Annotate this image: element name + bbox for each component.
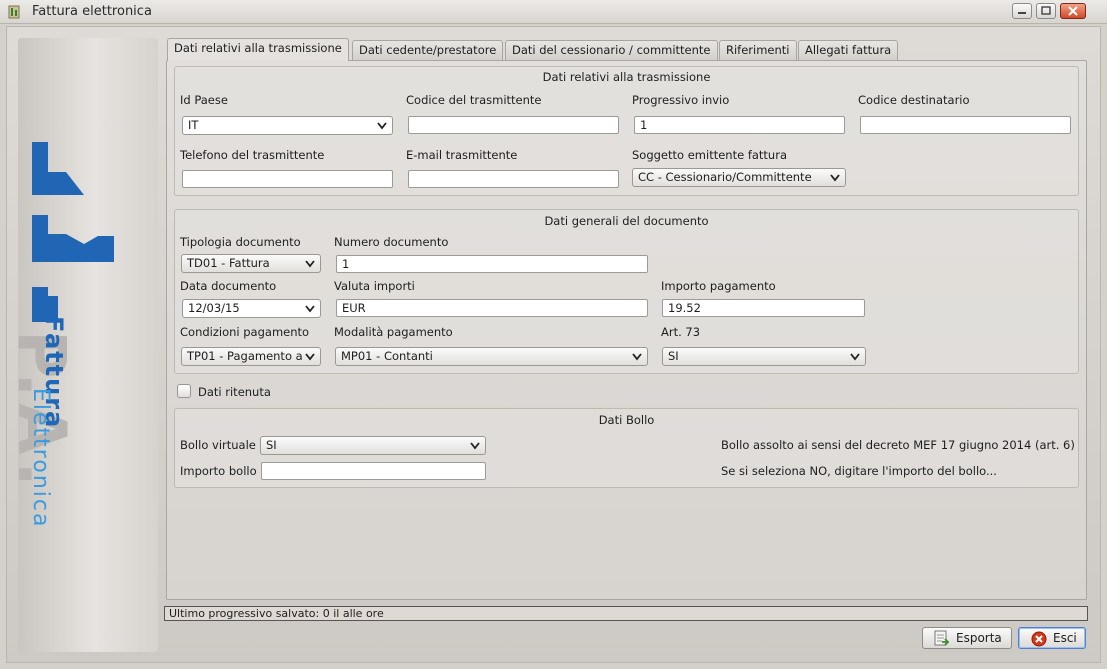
progressivo-invio-label: Progressivo invio [632, 93, 730, 107]
status-bar: Ultimo progressivo salvato: 0 il alle or… [164, 606, 1088, 621]
codice-trasmittente-label: Codice del trasmittente [406, 93, 542, 107]
telefono-input[interactable] [182, 170, 393, 188]
group-title: Dati Bollo [598, 413, 655, 427]
chevron-down-icon [830, 174, 840, 182]
chevron-down-icon [305, 260, 315, 268]
art73-label: Art. 73 [661, 325, 701, 339]
condizioni-pagamento-select[interactable]: TP01 - Pagamento a [181, 347, 321, 366]
close-window-button[interactable] [1060, 3, 1086, 19]
progressivo-invio-input[interactable]: 1 [634, 116, 845, 134]
art73-select[interactable]: SI [662, 347, 866, 366]
art73-value: SI [668, 349, 679, 363]
logo-panel: P.A. Fattura Elettronica [3, 38, 158, 652]
bollo-virtuale-label: Bollo virtuale [180, 438, 256, 452]
email-input[interactable] [408, 170, 619, 188]
numero-documento-input[interactable]: 1 [336, 255, 648, 273]
soggetto-emittente-value: CC - Cessionario/Committente [638, 170, 812, 184]
esci-button[interactable]: Esci [1018, 627, 1086, 649]
dati-ritenuta-checkbox[interactable] [177, 384, 191, 398]
importo-bollo-input[interactable] [261, 462, 486, 480]
condizioni-pagamento-value: TP01 - Pagamento a [187, 349, 303, 363]
tipologia-select[interactable]: TD01 - Fattura [181, 254, 321, 273]
chevron-down-icon [305, 305, 315, 313]
id-paese-select[interactable]: IT [182, 116, 393, 135]
minimize-icon [1018, 12, 1026, 14]
bollo-note-decreto: Bollo assolto ai sensi del decreto MEF 1… [721, 438, 1075, 452]
valuta-importi-label: Valuta importi [334, 279, 415, 293]
codice-destinatario-label: Codice destinatario [858, 93, 970, 107]
app-icon [8, 5, 20, 19]
codice-destinatario-input[interactable] [860, 116, 1071, 134]
close-icon [1068, 6, 1078, 16]
email-label: E-mail trasmittente [406, 148, 518, 162]
esporta-label: Esporta [956, 631, 1002, 645]
tipologia-value: TD01 - Fattura [187, 256, 270, 270]
valuta-importi-input[interactable]: EUR [336, 299, 648, 317]
tab-cedente[interactable]: Dati cedente/prestatore [352, 40, 504, 60]
maximize-icon [1041, 6, 1051, 15]
importo-bollo-label: Importo bollo [180, 464, 257, 478]
tab-cessionario[interactable]: Dati del cessionario / committente [505, 40, 718, 60]
group-title: Dati generali del documento [544, 214, 709, 228]
bollo-note-importo: Se si seleziona NO, digitare l'importo d… [721, 464, 997, 478]
tab-riferimenti[interactable]: Riferimenti [719, 40, 797, 60]
condizioni-pagamento-label: Condizioni pagamento [180, 325, 310, 339]
id-paese-label: Id Paese [180, 93, 228, 107]
id-paese-value: IT [188, 118, 199, 132]
title-bar: Fattura elettronica [0, 0, 1107, 24]
minimize-button[interactable] [1012, 3, 1032, 19]
modalita-pagamento-select[interactable]: MP01 - Contanti [335, 347, 648, 366]
soggetto-emittente-select[interactable]: CC - Cessionario/Committente [632, 168, 846, 187]
tab-trasmissione[interactable]: Dati relativi alla trasmissione [167, 38, 349, 61]
modalita-pagamento-label: Modalità pagamento [334, 325, 453, 339]
maximize-button[interactable] [1036, 3, 1056, 19]
bollo-virtuale-select[interactable]: SI [260, 436, 486, 455]
data-documento-label: Data documento [180, 279, 277, 293]
chevron-down-icon [850, 353, 860, 361]
window-title: Fattura elettronica [32, 4, 152, 19]
export-icon [934, 630, 950, 646]
chevron-down-icon [470, 442, 480, 450]
data-documento-select[interactable]: 12/03/15 [182, 299, 321, 318]
logo-text-elettronica: Elettronica [28, 388, 53, 529]
esporta-button[interactable]: Esporta [922, 627, 1012, 649]
telefono-label: Telefono del trasmittente [180, 148, 325, 162]
codice-trasmittente-input[interactable] [408, 116, 619, 134]
esci-label: Esci [1053, 631, 1077, 645]
soggetto-emittente-label: Soggetto emittente fattura [632, 148, 787, 162]
numero-documento-label: Numero documento [334, 235, 449, 249]
modalita-pagamento-value: MP01 - Contanti [341, 349, 433, 363]
bollo-virtuale-value: SI [266, 438, 277, 452]
dati-ritenuta-label: Dati ritenuta [198, 385, 271, 399]
data-documento-value: 12/03/15 [188, 301, 240, 315]
tab-allegati[interactable]: Allegati fattura [798, 40, 899, 60]
chevron-down-icon [377, 122, 387, 130]
chevron-down-icon [632, 353, 642, 361]
exit-icon [1031, 631, 1047, 647]
importo-pagamento-label: Importo pagamento [661, 279, 776, 293]
tipologia-label: Tipologia documento [180, 235, 301, 249]
importo-pagamento-input[interactable]: 19.52 [662, 299, 865, 317]
group-title: Dati relativi alla trasmissione [542, 70, 711, 84]
chevron-down-icon [305, 353, 315, 361]
